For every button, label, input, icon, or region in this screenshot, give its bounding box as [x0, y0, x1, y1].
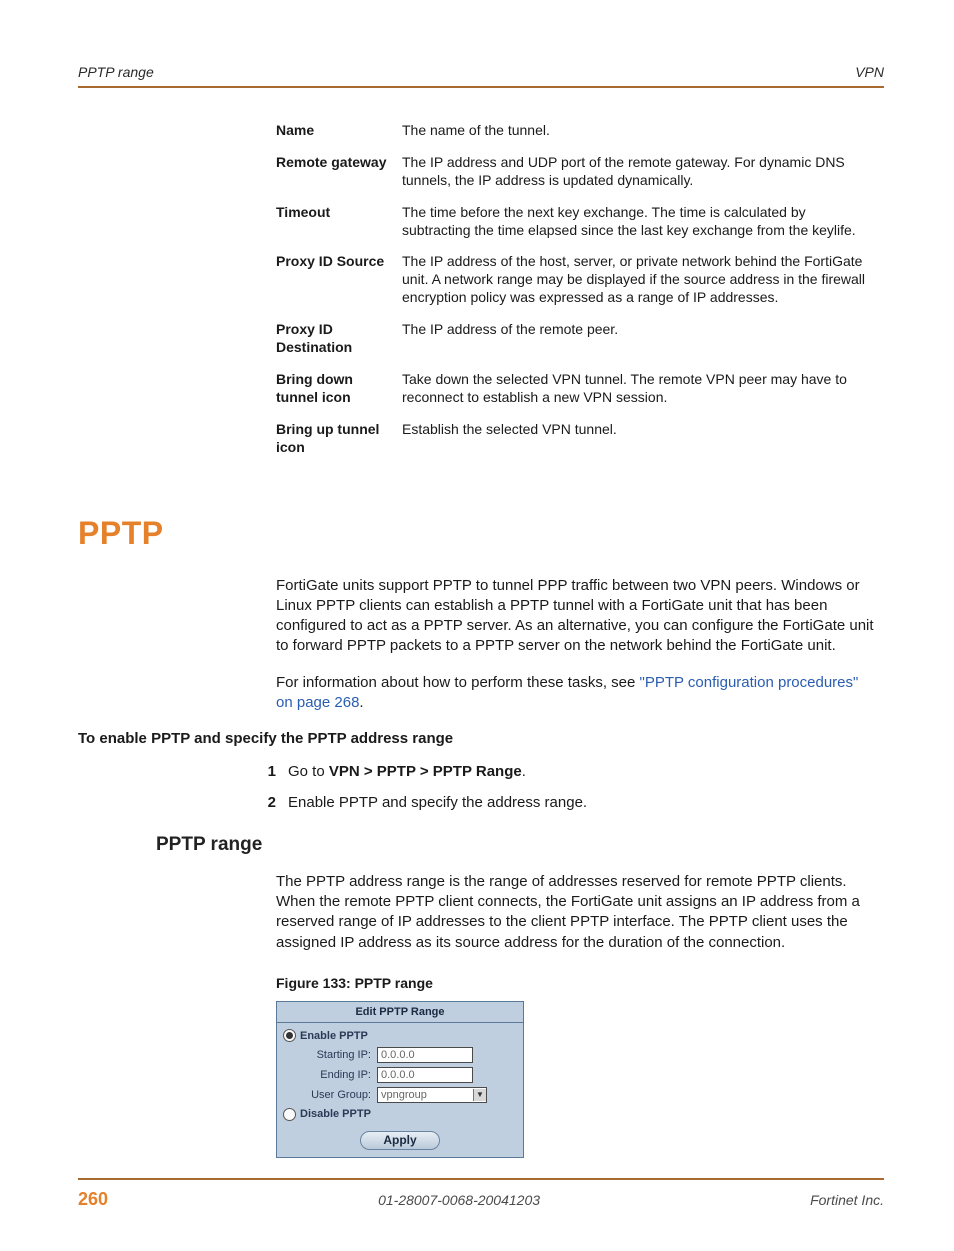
def-desc: The name of the tunnel.: [402, 122, 874, 140]
def-row: Name The name of the tunnel.: [276, 122, 874, 140]
ending-ip-label: Ending IP:: [283, 1068, 377, 1082]
def-desc: Take down the selected VPN tunnel. The r…: [402, 371, 874, 407]
user-group-label: User Group:: [283, 1088, 377, 1102]
def-row: Timeout The time before the next key exc…: [276, 204, 874, 240]
edit-pptp-range-panel: Edit PPTP Range Enable PPTP Starting IP:…: [276, 1001, 524, 1159]
field-row-starting-ip: Starting IP: 0.0.0.0: [283, 1045, 517, 1065]
step-item: 2 Enable PPTP and specify the address ra…: [238, 793, 878, 812]
panel-title: Edit PPTP Range: [277, 1002, 523, 1023]
def-desc: The time before the next key exchange. T…: [402, 204, 874, 240]
def-desc: The IP address of the remote peer.: [402, 321, 874, 357]
paragraph-xref: For information about how to perform the…: [276, 673, 876, 714]
def-desc: The IP address and UDP port of the remot…: [402, 154, 874, 190]
def-row: Bring up tunnel icon Establish the selec…: [276, 421, 874, 457]
step-text: Go to VPN > PPTP > PPTP Range.: [288, 762, 878, 781]
apply-button[interactable]: Apply: [360, 1131, 439, 1150]
def-row: Bring down tunnel icon Take down the sel…: [276, 371, 874, 407]
def-desc: Establish the selected VPN tunnel.: [402, 421, 874, 457]
user-group-value: vpngroup: [381, 1088, 427, 1102]
header-rule: [78, 86, 884, 88]
def-term: Remote gateway: [276, 154, 402, 190]
figure-caption: Figure 133: PPTP range: [276, 975, 884, 993]
starting-ip-label: Starting IP:: [283, 1048, 377, 1062]
footer-rule: [78, 1178, 884, 1180]
running-header-left: PPTP range: [78, 64, 154, 82]
chevron-down-icon[interactable]: ▼: [473, 1089, 486, 1101]
page-number: 260: [78, 1188, 108, 1211]
xref-lead: For information about how to perform the…: [276, 674, 640, 691]
step-text-bold: VPN > PPTP > PPTP Range: [329, 763, 522, 780]
step-text-pre: Go to: [288, 763, 329, 780]
def-row: Remote gateway The IP address and UDP po…: [276, 154, 874, 190]
radio-icon[interactable]: [283, 1108, 296, 1121]
panel-body: Enable PPTP Starting IP: 0.0.0.0 Ending …: [277, 1023, 523, 1125]
def-term: Timeout: [276, 204, 402, 240]
doc-id: 01-28007-0068-20041203: [378, 1192, 540, 1210]
task-heading: To enable PPTP and specify the PPTP addr…: [78, 729, 678, 748]
def-term: Name: [276, 122, 402, 140]
starting-ip-input[interactable]: 0.0.0.0: [377, 1047, 473, 1063]
step-item: 1 Go to VPN > PPTP > PPTP Range.: [238, 762, 878, 781]
page-footer: 260 01-28007-0068-20041203 Fortinet Inc.: [78, 1188, 884, 1211]
def-term: Bring down tunnel icon: [276, 371, 402, 407]
user-group-select[interactable]: vpngroup ▼: [377, 1087, 487, 1103]
section-heading-pptp: PPTP: [78, 513, 884, 554]
definitions-table: Name The name of the tunnel. Remote gate…: [276, 122, 874, 457]
field-row-user-group: User Group: vpngroup ▼: [283, 1085, 517, 1105]
def-row: Proxy ID Destination The IP address of t…: [276, 321, 874, 357]
step-text: Enable PPTP and specify the address rang…: [288, 793, 878, 812]
paragraph-range: The PPTP address range is the range of a…: [276, 872, 876, 953]
def-desc: The IP address of the host, server, or p…: [402, 253, 874, 307]
def-term: Proxy ID Source: [276, 253, 402, 307]
running-header-right: VPN: [855, 64, 884, 82]
def-row: Proxy ID Source The IP address of the ho…: [276, 253, 874, 307]
def-term: Proxy ID Destination: [276, 321, 402, 357]
running-header: PPTP range VPN: [78, 64, 884, 82]
paragraph-intro: FortiGate units support PPTP to tunnel P…: [276, 576, 876, 657]
option-enable-pptp[interactable]: Enable PPTP: [283, 1027, 517, 1045]
radio-icon[interactable]: [283, 1029, 296, 1042]
step-text-post: .: [522, 763, 526, 780]
def-term: Bring up tunnel icon: [276, 421, 402, 457]
numbered-steps: 1 Go to VPN > PPTP > PPTP Range. 2 Enabl…: [238, 762, 878, 812]
company-name: Fortinet Inc.: [810, 1192, 884, 1210]
panel-footer: Apply: [277, 1125, 523, 1157]
ending-ip-input[interactable]: 0.0.0.0: [377, 1067, 473, 1083]
step-number: 1: [238, 762, 288, 781]
option-enable-label: Enable PPTP: [300, 1029, 368, 1043]
field-row-ending-ip: Ending IP: 0.0.0.0: [283, 1065, 517, 1085]
xref-tail: .: [359, 694, 363, 711]
step-text-pre: Enable PPTP and specify the address rang…: [288, 794, 587, 811]
option-disable-pptp[interactable]: Disable PPTP: [283, 1105, 517, 1123]
subsection-heading-pptp-range: PPTP range: [156, 833, 884, 857]
step-number: 2: [238, 793, 288, 812]
option-disable-label: Disable PPTP: [300, 1107, 371, 1121]
